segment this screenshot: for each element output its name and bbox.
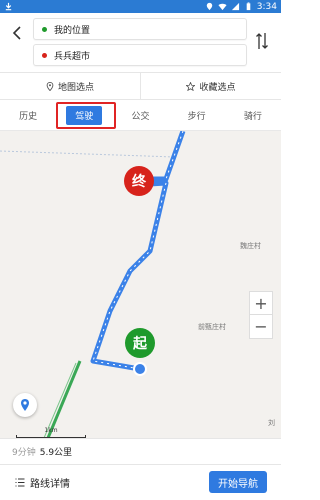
place-label-qianzhenzhuang: 前甄庄村 [198,323,226,331]
pick-bar: 地图选点 收藏选点 [0,72,281,100]
tab-bike-label: 骑行 [243,111,262,122]
locate-button[interactable] [13,393,37,417]
dashed-boundary [0,150,176,158]
route-summary: 9分钟 5.9公里 [0,438,281,464]
battery-icon [246,2,251,11]
bottom-bar: 路线详情 开始导航 [0,464,281,500]
star-icon [186,81,196,91]
tab-drive-label: 驾驶 [66,105,103,125]
tab-walk-label: 步行 [187,111,206,122]
start-navigation-button[interactable]: 开始导航 [209,471,267,493]
scale-label: 1km [44,427,58,434]
map-scale: 1km [16,427,86,438]
route-details-button[interactable]: 路线详情 [15,475,70,490]
download-icon [5,2,12,11]
zoom-in-label: + [254,293,268,313]
route-distance: 5.9公里 [39,448,73,458]
tab-history-label: 历史 [19,111,38,122]
map-pick-button[interactable]: 地图选点 [0,73,140,99]
end-location-field[interactable]: 兵兵超市 [33,44,247,66]
swap-icon[interactable] [255,30,269,52]
zoom-out-label: − [254,317,268,336]
back-arrow-icon[interactable] [9,25,25,41]
start-dot-icon [42,26,47,32]
end-dot-icon [42,52,47,58]
route-time: 9分钟 [12,448,36,458]
tab-bus[interactable]: 公交 [112,100,168,130]
pin-icon [46,81,54,91]
start-point [133,362,147,376]
place-label-liu: 刘 [268,419,275,427]
start-marker[interactable]: 起 [125,328,155,358]
mode-tabs: 历史 驾驶 公交 步行 骑行 [0,100,281,131]
list-icon [15,478,25,487]
map-view[interactable]: 终 起 魏庄村 前甄庄村 刘 + − 1km [0,131,281,438]
end-marker[interactable]: 终 [124,166,154,196]
route-header: 我的位置 兵兵超市 [0,13,281,72]
status-bar: 3:34 [0,0,281,13]
location-status-icon [206,2,212,11]
route-details-label: 路线详情 [30,479,70,490]
tab-bus-label: 公交 [131,111,150,122]
start-marker-label: 起 [133,336,147,352]
wifi-icon [218,3,227,11]
place-label-weizhuang: 魏庄村 [240,242,261,250]
fav-pick-button[interactable]: 收藏选点 [140,73,281,99]
tab-drive[interactable]: 驾驶 [56,100,112,130]
start-location-label: 我的位置 [54,25,91,36]
zoom-out-button[interactable]: − [249,315,273,339]
signal-icon [231,2,239,11]
map-pick-label: 地图选点 [57,82,94,93]
tab-history[interactable]: 历史 [0,100,56,130]
fav-pick-label: 收藏选点 [199,82,236,93]
tab-walk[interactable]: 步行 [169,100,225,130]
end-location-label: 兵兵超市 [54,51,91,62]
zoom-in-button[interactable]: + [249,291,273,315]
status-time: 3:34 [256,1,277,12]
tab-bike[interactable]: 骑行 [225,100,281,130]
start-location-field[interactable]: 我的位置 [33,18,247,40]
locate-icon [21,399,29,411]
end-marker-label: 终 [132,174,146,190]
start-navigation-label: 开始导航 [218,478,258,490]
